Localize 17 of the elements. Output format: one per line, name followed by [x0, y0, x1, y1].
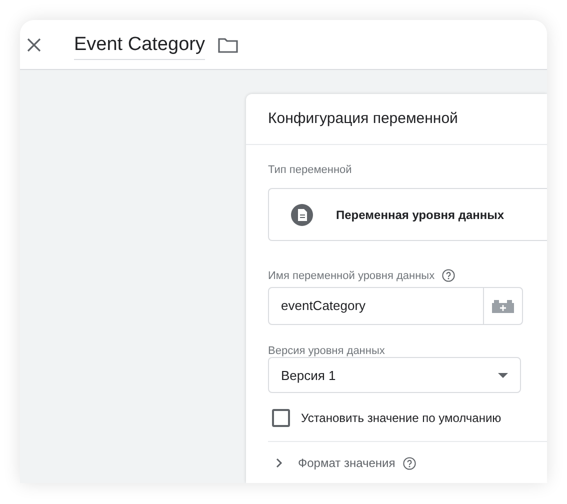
checkbox-label: Установить значение по умолчанию [301, 411, 502, 425]
help-icon[interactable] [442, 269, 455, 282]
help-icon[interactable] [403, 456, 416, 470]
variable-type-selector[interactable]: Переменная уровня данных [268, 188, 547, 241]
card-title: Конфигурация переменной [246, 94, 547, 145]
field-label: Версия уровня данных [268, 345, 386, 357]
chevron-icon[interactable] [276, 458, 283, 468]
field-label: Тип переменной [268, 164, 353, 176]
checkbox[interactable] [272, 409, 290, 427]
version-dropdown[interactable]: Версия 1 [268, 357, 521, 393]
close-icon[interactable] [27, 38, 41, 52]
dropdown-arrow-icon [498, 372, 508, 378]
section-toggle[interactable]: Формат значения [298, 456, 396, 470]
document-icon [291, 204, 313, 226]
tag-name-field[interactable]: Event Category [74, 34, 205, 60]
field-label: Имя переменной уровня данных [268, 270, 435, 282]
folder-icon[interactable] [218, 36, 238, 52]
